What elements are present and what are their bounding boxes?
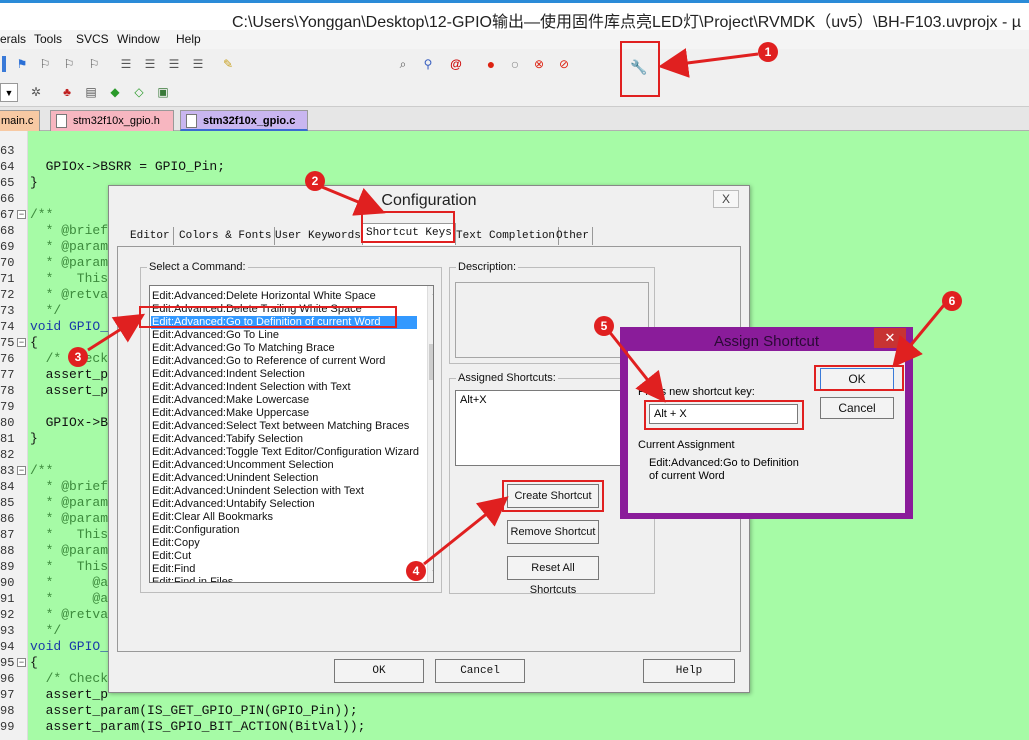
arrow-2 xyxy=(321,185,386,216)
annotation-badge-5: 5 xyxy=(594,316,614,336)
arrow-1 xyxy=(658,48,759,78)
annotation-badge-6: 6 xyxy=(942,291,962,311)
arrow-3 xyxy=(87,313,146,352)
arrow-6 xyxy=(892,304,946,368)
annotation-arrows xyxy=(87,48,946,566)
annotation-badge-1: 1 xyxy=(758,42,778,62)
arrow-4 xyxy=(423,496,509,566)
annotation-badge-3: 3 xyxy=(68,347,88,367)
annotation-badge-4: 4 xyxy=(406,561,426,581)
annotation-badge-2: 2 xyxy=(305,171,325,191)
arrow-5 xyxy=(606,329,666,403)
